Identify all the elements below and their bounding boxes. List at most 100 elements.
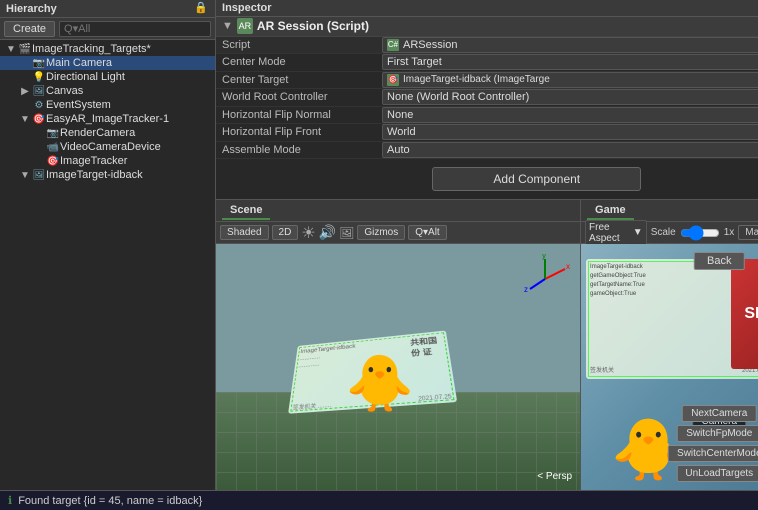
expand-arrow: ▼ [18, 170, 32, 181]
2d-btn[interactable]: 2D [272, 225, 299, 240]
red-book-text: SIG [744, 305, 758, 323]
scene-header: Scene [216, 200, 580, 222]
tree-label: RenderCamera [60, 127, 135, 139]
camera-icon: 📷 [46, 128, 60, 139]
tree-item-imagetracker[interactable]: 🎯 ImageTracker [0, 154, 215, 168]
status-message: Found target {id = 45, name = idback} [18, 495, 202, 507]
axis-arrows: x y z [520, 254, 570, 304]
scene-icon: 🎬 [18, 44, 32, 55]
create-button[interactable]: Create [4, 21, 55, 37]
game-buttons: NextCamera SwitchFpMode SwitchCenterMode… [668, 405, 758, 482]
switch-fp-btn[interactable]: SwitchFpMode [677, 425, 758, 442]
effects-btn[interactable]: 🖼 [339, 226, 354, 240]
next-camera-btn[interactable]: NextCamera [682, 405, 756, 422]
back-button[interactable]: Back [694, 252, 744, 270]
shaded-btn[interactable]: Shaded [220, 225, 268, 240]
dropdown-arrow: ▼ [633, 227, 643, 238]
hierarchy-panel: Hierarchy 🔒 Create ▼ 🎬 ImageTracking_Tar… [0, 0, 216, 490]
audio-btn[interactable]: 🔊 [319, 224, 336, 241]
prop-value: First Target ▼ 🔒 [382, 54, 758, 70]
scene-3d-bg: 共和国份 证 ImageTarget-idback ............ .… [216, 244, 580, 490]
switch-center-btn[interactable]: SwitchCenterMode [668, 445, 758, 462]
game-viewport: 共和国份 证 ImageTarget-idback getGameObject:… [581, 244, 758, 490]
tracker-icon: 🎯 [46, 156, 60, 167]
tree-item-easyar[interactable]: ▼ 🎯 EasyAR_ImageTracker-1 [0, 112, 215, 126]
expand-arrow: ▼ [18, 114, 32, 125]
unload-btn[interactable]: UnLoadTargets [676, 465, 758, 482]
tree-label: ImageTracker [60, 155, 127, 167]
dropdown-text: None (World Root Controller) [387, 91, 758, 103]
duck-3d: 🐥 [346, 351, 414, 416]
scale-label: Scale [651, 227, 676, 238]
prop-value: None (World Root Controller) ▼ 🔒 [382, 89, 758, 105]
prop-value: Auto ▼ 🔒 [382, 142, 758, 158]
prop-label: Center Target [222, 74, 382, 86]
target-icon: 🖼 [32, 170, 46, 181]
canvas-icon: 🖼 [32, 86, 46, 97]
world-root-dropdown[interactable]: None (World Root Controller) ▼ [382, 89, 758, 105]
svg-text:y: y [542, 254, 546, 260]
tree-label: Canvas [46, 85, 83, 97]
tree-item-root[interactable]: ▼ 🎬 ImageTracking_Targets* [0, 42, 215, 56]
tree-item-eventsystem[interactable]: ⚙ EventSystem [0, 98, 215, 112]
target-icon: 🎯 [387, 74, 399, 86]
red-book: SIG [731, 259, 758, 369]
field-text: ImageTarget-idback (ImageTarge [403, 74, 550, 85]
tree-item-imagetarget[interactable]: ▼ 🖼 ImageTarget-idback [0, 168, 215, 182]
persp-label: < Persp [537, 471, 572, 482]
game-tab[interactable]: Game [587, 202, 634, 220]
center-target-field[interactable]: 🎯 ImageTarget-idback (ImageTarge [382, 72, 758, 88]
free-aspect-dropdown[interactable]: Free Aspect ▼ [585, 220, 647, 246]
prop-center-mode: Center Mode First Target ▼ 🔒 [216, 54, 758, 71]
prop-value: World ▼ 🔒 [382, 124, 758, 140]
tree-item-videocamera[interactable]: 📹 VideoCameraDevice [0, 140, 215, 154]
prop-label: World Root Controller [222, 91, 382, 103]
prop-label: Horizontal Flip Front [222, 126, 382, 138]
scene-tab[interactable]: Scene [222, 202, 270, 220]
qalt-btn[interactable]: Q▾Alt [408, 225, 446, 240]
game-bg: 共和国份 证 ImageTarget-idback getGameObject:… [581, 244, 758, 490]
prop-value: 🎯 ImageTarget-idback (ImageTarge 🔒 [382, 72, 758, 88]
prop-value: None ▼ 🔒 [382, 107, 758, 123]
light-icon: 💡 [32, 72, 46, 83]
expand-arrow: ▶ [18, 86, 32, 97]
video-icon: 📹 [46, 142, 60, 153]
tree-label: ImageTarget-idback [46, 169, 143, 181]
component-name: AR Session (Script) [257, 19, 758, 33]
center-mode-dropdown[interactable]: First Target ▼ [382, 54, 758, 70]
expand-arrow: ▼ [4, 44, 18, 55]
tree-label: EasyAR_ImageTracker-1 [46, 113, 169, 125]
tree-item-rendercamera[interactable]: 📷 RenderCamera [0, 126, 215, 140]
game-toolbar: Free Aspect ▼ Scale 1x Maximize On Play … [581, 222, 758, 244]
tree-label: ImageTracking_Targets* [32, 43, 151, 55]
tree-label: Directional Light [46, 71, 125, 83]
maximize-btn[interactable]: Maximize On Play [738, 225, 758, 240]
dropdown-text: World [387, 126, 758, 138]
tree-label: EventSystem [46, 99, 111, 111]
script-value: ARSession [403, 39, 457, 51]
tree-item-main-camera[interactable]: 📷 Main Camera [0, 56, 215, 70]
hierarchy-toolbar: Create [0, 18, 215, 40]
tree-label: Main Camera [46, 57, 112, 69]
prop-label: Assemble Mode [222, 144, 382, 156]
light-btn[interactable]: ☀ [301, 223, 315, 243]
flip-normal-dropdown[interactable]: None ▼ [382, 107, 758, 123]
scale-slider[interactable] [680, 225, 720, 241]
script-field[interactable]: C# ARSession [382, 37, 758, 53]
prop-assemble-mode: Assemble Mode Auto ▼ 🔒 [216, 142, 758, 159]
tree-item-dir-light[interactable]: 💡 Directional Light [0, 70, 215, 84]
inspector-panel: Inspector ☰ 🔒 ▼ AR AR Session (Script) ⋮… [216, 0, 758, 200]
assemble-mode-dropdown[interactable]: Auto ▼ [382, 142, 758, 158]
flip-front-dropdown[interactable]: World ▼ [382, 124, 758, 140]
hierarchy-search[interactable] [59, 21, 211, 37]
scene-toolbar: Shaded 2D ☀ 🔊 🖼 Gizmos Q▾Alt [216, 222, 580, 244]
event-icon: ⚙ [32, 100, 46, 111]
tree-item-canvas[interactable]: ▶ 🖼 Canvas [0, 84, 215, 98]
add-component-button[interactable]: Add Component [432, 167, 641, 191]
svg-text:z: z [524, 285, 528, 294]
gizmos-btn[interactable]: Gizmos [357, 225, 405, 240]
component-icon: AR [237, 18, 253, 34]
lock-icon[interactable]: 🔒 [193, 1, 209, 17]
prop-flip-normal: Horizontal Flip Normal None ▼ 🔒 [216, 107, 758, 124]
free-aspect-text: Free Aspect [589, 222, 633, 244]
